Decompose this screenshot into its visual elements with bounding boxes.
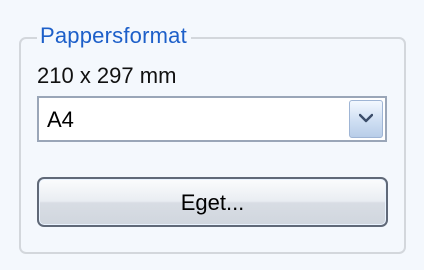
dropdown-selected-value: A4 (47, 107, 74, 132)
group-title: Pappersformat (37, 22, 191, 50)
paper-size-text: 210 x 297 mm (37, 63, 177, 88)
chevron-down-icon (359, 113, 373, 123)
custom-size-button[interactable]: Eget... (37, 177, 388, 227)
custom-size-button-label: Eget... (180, 190, 245, 215)
dropdown-arrow-button[interactable] (349, 100, 383, 138)
paper-format-panel: Pappersformat 210 x 297 mm A4 Eget... (0, 0, 424, 270)
paper-format-dropdown[interactable]: A4 (37, 96, 387, 142)
